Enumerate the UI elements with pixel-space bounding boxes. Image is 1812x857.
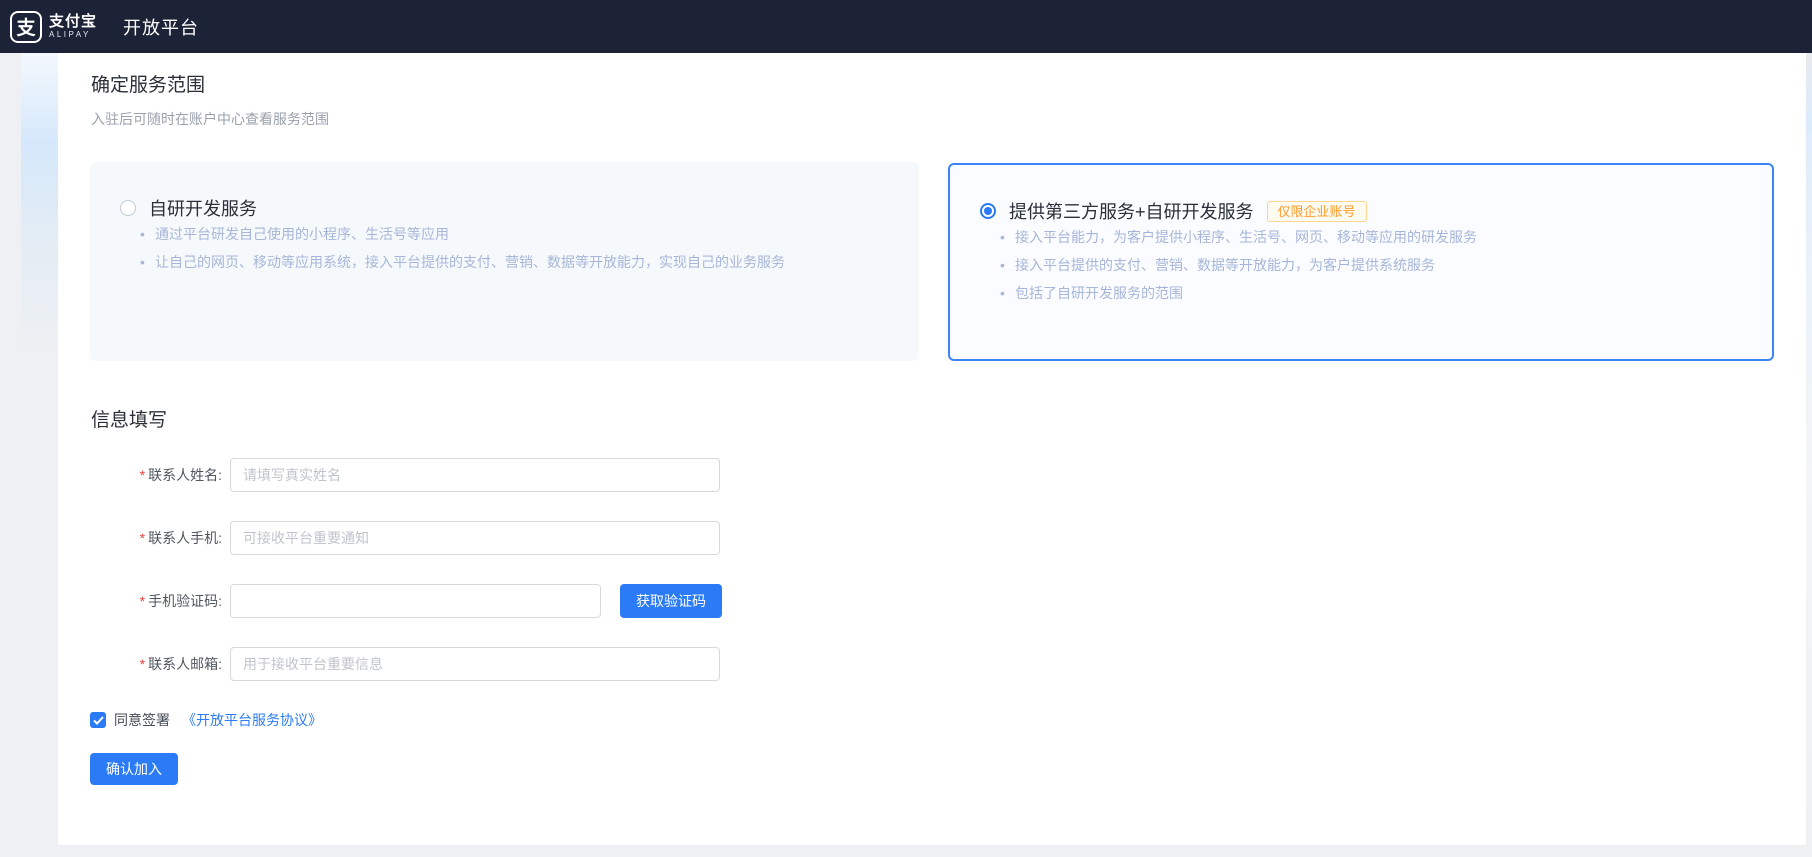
page-title: 开放平台 [123, 14, 199, 40]
get-sms-code-button[interactable]: 获取验证码 [620, 584, 722, 618]
form-row-contact-name: *联系人姓名: [91, 458, 720, 492]
left-edge-decoration [21, 53, 58, 353]
radio-self-dev[interactable] [120, 200, 136, 216]
option-bullets-third-party: 接入平台能力，为客户提供小程序、生活号、网页、移动等应用的研发服务 接入平台提供… [1000, 223, 1477, 307]
form-row-sms-code: *手机验证码: 获取验证码 [91, 584, 722, 618]
radio-third-party[interactable] [980, 203, 996, 219]
required-marker: * [140, 593, 145, 609]
required-marker: * [140, 656, 145, 672]
service-scope-subtitle: 入驻后可随时在账户中心查看服务范围 [91, 109, 329, 129]
form-row-contact-phone: *联系人手机: [91, 521, 720, 555]
agreement-checkbox[interactable] [90, 712, 106, 728]
check-icon [93, 716, 104, 725]
sms-code-label: *手机验证码: [91, 591, 222, 611]
sms-code-input[interactable] [230, 584, 601, 618]
contact-email-label: *联系人邮箱: [91, 654, 222, 674]
right-edge-decoration [1806, 0, 1812, 857]
required-marker: * [140, 467, 145, 483]
bullet-item: 接入平台能力，为客户提供小程序、生活号、网页、移动等应用的研发服务 [1000, 223, 1477, 251]
form-row-contact-email: *联系人邮箱: [91, 647, 720, 681]
contact-name-input[interactable] [230, 458, 720, 492]
option-head-third-party: 提供第三方服务+自研开发服务 仅限企业账号 [980, 198, 1367, 224]
confirm-join-button[interactable]: 确认加入 [90, 753, 178, 785]
agreement-text: 同意签署 [114, 710, 170, 730]
alipay-logo-icon: 支 [10, 11, 42, 43]
alipay-open-platform-page: 支 支付宝 ALIPAY 开放平台 确定服务范围 入驻后可随时在账户中心查看服务… [0, 0, 1812, 857]
info-form-title: 信息填写 [91, 405, 167, 432]
option-label-third-party: 提供第三方服务+自研开发服务 [1009, 198, 1254, 224]
alipay-logo-glyph: 支 [16, 13, 35, 40]
option-bullets-self-dev: 通过平台研发自己使用的小程序、生活号等应用 让自己的网页、移动等应用系统，接入平… [140, 220, 785, 276]
option-card-self-dev[interactable]: 自研开发服务 通过平台研发自己使用的小程序、生活号等应用 让自己的网页、移动等应… [90, 162, 919, 361]
option-head-self-dev: 自研开发服务 [120, 195, 257, 221]
main-content-panel: 确定服务范围 入驻后可随时在账户中心查看服务范围 自研开发服务 通过平台研发自己… [58, 53, 1806, 845]
alipay-brand-cn: 支付宝 [49, 14, 97, 29]
alipay-brand-en: ALIPAY [49, 31, 97, 39]
bullet-item: 通过平台研发自己使用的小程序、生活号等应用 [140, 220, 785, 248]
top-header-bar: 支 支付宝 ALIPAY 开放平台 [0, 0, 1812, 53]
contact-name-label: *联系人姓名: [91, 465, 222, 485]
enterprise-only-badge: 仅限企业账号 [1267, 201, 1367, 222]
agreement-row: 同意签署 《开放平台服务协议》 [90, 710, 322, 730]
alipay-logo-text: 支付宝 ALIPAY [49, 14, 97, 39]
alipay-logo[interactable]: 支 支付宝 ALIPAY [10, 11, 97, 43]
service-agreement-link[interactable]: 《开放平台服务协议》 [182, 710, 322, 730]
contact-email-input[interactable] [230, 647, 720, 681]
bullet-item: 包括了自研开发服务的范围 [1000, 279, 1477, 307]
contact-phone-label: *联系人手机: [91, 528, 222, 548]
service-scope-title: 确定服务范围 [91, 70, 205, 97]
option-label-self-dev: 自研开发服务 [149, 195, 257, 221]
bullet-item: 接入平台提供的支付、营销、数据等开放能力，为客户提供系统服务 [1000, 251, 1477, 279]
required-marker: * [140, 530, 145, 546]
bullet-item: 让自己的网页、移动等应用系统，接入平台提供的支付、营销、数据等开放能力，实现自己… [140, 248, 785, 276]
contact-phone-input[interactable] [230, 521, 720, 555]
option-card-third-party[interactable]: 提供第三方服务+自研开发服务 仅限企业账号 接入平台能力，为客户提供小程序、生活… [948, 163, 1774, 361]
